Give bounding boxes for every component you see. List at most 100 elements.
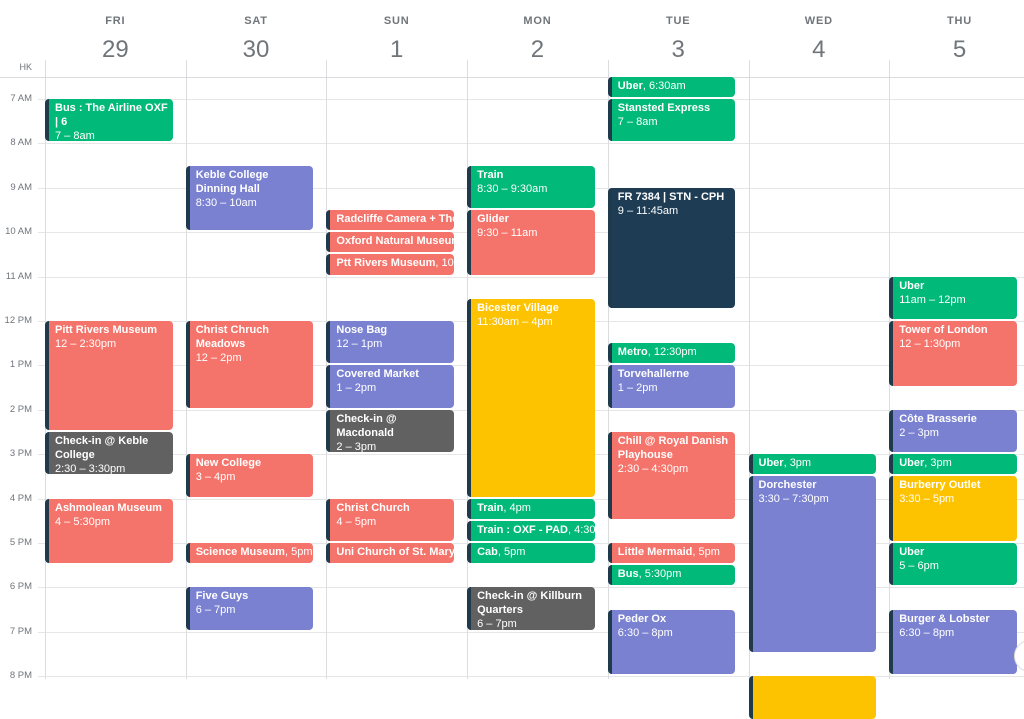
calendar-event[interactable]: Oxford Natural Museum <box>326 232 455 253</box>
calendar-event[interactable]: Peder Ox 6:30 – 8pm <box>607 609 736 675</box>
calendar-event[interactable]: Uber, 3pm <box>889 454 1017 475</box>
event-time: 12 – 2:30pm <box>55 338 117 350</box>
hour-label: 6 PM <box>9 581 32 593</box>
event-title: Torvehallerne <box>617 368 690 381</box>
calendar-event[interactable]: Train : OXF - PAD, 4:30pm <box>467 520 595 541</box>
calendar-event[interactable]: Uber 5 – 6pm <box>889 543 1017 586</box>
calendar-event[interactable]: Côte Brasserie 2 – 3pm <box>889 409 1017 453</box>
calendar-event[interactable]: Ashmolean Museum 4 – 5:30pm <box>45 498 173 564</box>
event-time: 5 – 6pm <box>899 560 939 572</box>
event-time: 2:30 – 4:30pm <box>617 463 689 475</box>
day-name: FRI <box>105 15 126 27</box>
calendar-event[interactable]: Bus : The Airline OXF | 6 7 – 8am <box>45 99 173 142</box>
event-time: 12 – 1:30pm <box>899 338 961 350</box>
hour-label: 2 PM <box>9 403 32 415</box>
day-name: SAT <box>244 15 268 27</box>
event-title: Uber <box>617 79 643 92</box>
calendar-event[interactable]: Christ Church 4 – 5pm <box>326 498 455 541</box>
calendar-event[interactable]: Bicester Village 11:30am – 4pm <box>467 298 595 497</box>
calendar-event[interactable]: Bus, 5:30pm <box>607 565 736 586</box>
event-title: Train <box>477 501 504 514</box>
event-title: Uni Church of St. Mary <box>336 546 455 558</box>
calendar-event[interactable]: Uber, 6:30am <box>607 76 736 97</box>
calendar-event[interactable]: Cab, 5pm <box>467 543 595 564</box>
calendar-event[interactable] <box>748 676 877 719</box>
event-title: Christ Chruch Meadows <box>195 324 270 350</box>
calendar-event[interactable]: FR 7384 | STN - CPH 9 – 11:45am <box>607 187 736 308</box>
calendar-event[interactable]: Check-in @ Killburn Quarters 6 – 7pm <box>467 587 595 630</box>
event-title: Burger & Lobster <box>899 612 990 625</box>
calendar-event[interactable]: Train 8:30 – 9:30am <box>467 165 595 208</box>
event-time: 6 – 7pm <box>477 618 517 630</box>
calendar-event[interactable]: Covered Market 1 – 2pm <box>326 365 455 408</box>
calendar-event[interactable]: Ptt Rivers Museum, 10:30am <box>326 254 455 275</box>
day-number[interactable]: 4 <box>749 36 890 64</box>
calendar-event[interactable]: Metro, 12:30pm <box>607 343 736 364</box>
day-number[interactable]: 1 <box>326 36 467 64</box>
event-title: Covered Market <box>336 368 419 381</box>
event-title: Dorchester <box>758 479 817 492</box>
hour-label: 7 AM <box>10 93 32 104</box>
calendar-event[interactable]: Tower of London 12 – 1:30pm <box>889 321 1017 386</box>
calendar-event[interactable]: Five Guys 6 – 7pm <box>185 587 314 630</box>
event-time: 5pm <box>291 546 313 558</box>
hour-label: 12 PM <box>4 315 32 326</box>
event-title: Chill @ Royal Danish Playhouse <box>617 435 729 461</box>
calendar-event[interactable]: Radcliffe Camera + The <box>326 210 455 231</box>
event-time: 3:30 – 5pm <box>899 493 955 506</box>
calendar-event[interactable]: Nose Bag 12 – 1pm <box>326 321 455 364</box>
day-number[interactable]: 29 <box>45 36 186 64</box>
calendar-event[interactable]: Train, 4pm <box>467 498 595 519</box>
event-title: Bus <box>617 568 639 581</box>
hour-label: 5 PM <box>9 537 32 548</box>
event-time: 7 – 8am <box>55 130 95 142</box>
day-number[interactable]: 2 <box>467 36 608 64</box>
event-time: 8:30 – 9:30am <box>477 182 548 195</box>
day-number[interactable]: 5 <box>889 36 1024 64</box>
calendar-event[interactable]: Stansted Express 7 – 8am <box>607 99 736 142</box>
event-title: Stansted Express <box>617 102 711 114</box>
event-title: Uber <box>899 457 925 470</box>
calendar-event[interactable]: Check-in @ Keble College 2:30 – 3:30pm <box>45 432 173 475</box>
event-time: 10:30am <box>441 257 455 270</box>
event-time: 2 – 3pm <box>899 426 939 439</box>
calendar-event[interactable]: New College 3 – 4pm <box>185 454 314 497</box>
day-number[interactable]: 30 <box>186 36 327 64</box>
calendar-event[interactable]: Science Museum, 5pm <box>185 543 314 564</box>
event-time: 1 – 2pm <box>336 382 377 395</box>
calendar-event[interactable]: Uber, 3pm <box>748 454 877 475</box>
calendar-event[interactable]: Burger & Lobster 6:30 – 8pm <box>889 609 1017 675</box>
event-title: Metro <box>617 346 648 359</box>
calendar-event[interactable]: Uni Church of St. Mary, 5pm <box>326 543 455 564</box>
calendar-event[interactable]: Burberry Outlet 3:30 – 5pm <box>889 476 1017 541</box>
calendar-event[interactable]: Little Mermaid, 5pm <box>607 543 736 564</box>
day-number[interactable]: 3 <box>608 36 749 64</box>
calendar-event[interactable]: Torvehallerne 1 – 2pm <box>607 365 736 408</box>
hour-label: 4 PM <box>9 492 32 504</box>
event-title: Burberry Outlet <box>899 479 981 492</box>
hour-label: 1 PM <box>9 359 32 371</box>
calendar-event[interactable]: Christ Chruch Meadows 12 – 2pm <box>185 321 314 408</box>
calendar-event[interactable]: Chill @ Royal Danish Playhouse 2:30 – 4:3… <box>607 432 736 519</box>
event-title: Uber <box>899 279 925 292</box>
calendar-event[interactable]: Dorchester 3:30 – 7:30pm <box>748 476 877 652</box>
event-time: 5pm <box>698 546 720 558</box>
day-name: TUE <box>665 15 691 27</box>
day-name: SUN <box>383 15 410 27</box>
event-time: 5:30pm <box>644 568 682 581</box>
calendar-grid[interactable]: 7 AM 8 AM 9 AM 10 AM 11 AM 12 PM 1 PM 2 PM 3 PM 4… <box>0 60 1024 719</box>
event-time: 3 – 4pm <box>195 471 236 484</box>
calendar-event[interactable]: Uber 11am – 12pm <box>889 276 1017 319</box>
calendar-event[interactable]: Pitt Rivers Museum 12 – 2:30pm <box>45 321 173 430</box>
hour-label: 9 AM <box>10 181 32 193</box>
calendar-event[interactable]: Keble College Dinning Hall 8:30 – 10am <box>185 165 314 231</box>
event-title: Christ Church <box>336 501 410 514</box>
event-title: New College <box>195 457 262 470</box>
event-title: Radcliffe Camera + The <box>336 213 455 225</box>
event-time: 6:30 – 8pm <box>617 626 673 639</box>
event-time: 2:30 – 3:30pm <box>55 463 126 475</box>
calendar-event[interactable]: Check-in @ Macdonald 2 – 3pm <box>326 409 455 453</box>
hour-label: 8 PM <box>9 670 32 682</box>
calendar-event[interactable]: Glider 9:30 – 11am <box>467 210 595 275</box>
event-title: Science Museum <box>195 546 285 558</box>
